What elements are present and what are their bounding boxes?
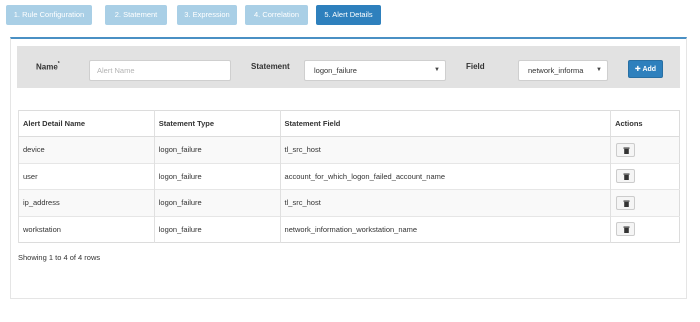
delete-button[interactable] (616, 169, 636, 184)
pagination-info: Showing 1 to 4 of 4 rows (18, 253, 101, 262)
statement-label: Statement (251, 62, 290, 71)
table-row: ip_address logon_failure tl_src_host (18, 189, 680, 216)
alert-detail-name-cell: workstation (18, 215, 155, 243)
delete-button[interactable] (616, 142, 636, 157)
table-row: workstation logon_failure network_inform… (18, 215, 680, 243)
trash-icon (623, 200, 630, 207)
field-select[interactable]: network_informa ▼ (518, 60, 608, 81)
plus-icon: ✚ (634, 66, 641, 73)
alert-detail-name-cell: user (18, 162, 155, 190)
actions-cell (610, 189, 680, 216)
delete-button[interactable] (616, 195, 636, 210)
statement-type-cell: logon_failure (153, 162, 281, 190)
step-statement[interactable]: 2. Statement (105, 5, 167, 25)
trash-icon (623, 226, 630, 234)
chevron-down-icon: ▼ (594, 61, 602, 80)
table-row: user logon_failure account_for_which_log… (18, 162, 680, 190)
statement-select[interactable]: logon_failure ▼ (304, 60, 446, 81)
field-label: Field (466, 62, 485, 71)
column-header-alert-detail-name[interactable]: Alert Detail Name (18, 110, 155, 137)
step-correlation[interactable]: 4. Correlation (245, 5, 308, 25)
actions-cell (610, 136, 680, 163)
alert-detail-name-cell: device (18, 136, 155, 163)
step-rule-configuration[interactable]: 1. Rule Configuration (6, 5, 92, 25)
step-expression[interactable]: 3. Expression (177, 5, 237, 25)
statement-type-cell: logon_failure (153, 215, 281, 243)
trash-icon (623, 147, 630, 154)
table-row: device logon_failure tl_src_host (18, 136, 680, 163)
step-alert-details[interactable]: 5. Alert Details (316, 5, 381, 25)
add-button[interactable]: ✚ Add (628, 60, 663, 78)
alert-details-panel: Name* Statement logon_failure ▼ Field ne… (10, 37, 687, 299)
add-button-label: Add (642, 66, 657, 73)
alert-details-table: Alert Detail Name Statement Type Stateme… (18, 110, 680, 243)
statement-field-cell: tl_src_host (279, 136, 611, 163)
alert-detail-form: Name* Statement logon_failure ▼ Field ne… (17, 46, 680, 88)
column-header-actions: Actions (610, 110, 680, 137)
trash-icon (623, 173, 630, 181)
alert-name-input[interactable] (89, 60, 231, 81)
actions-cell (610, 215, 680, 243)
statement-field-cell: account_for_which_logon_failed_account_n… (279, 162, 611, 190)
chevron-down-icon: ▼ (434, 67, 440, 73)
statement-field-cell: network_information_workstation_name (279, 215, 611, 243)
alert-detail-name-cell: ip_address (18, 189, 155, 216)
delete-button[interactable] (616, 222, 636, 237)
statement-select-value: logon_failure (314, 66, 357, 75)
column-header-statement-field[interactable]: Statement Field (279, 110, 611, 137)
table-header-row: Alert Detail Name Statement Type Stateme… (18, 110, 680, 137)
column-header-statement-type[interactable]: Statement Type (153, 110, 281, 137)
statement-type-cell: logon_failure (153, 189, 281, 216)
actions-cell (610, 162, 680, 190)
statement-field-cell: tl_src_host (279, 189, 611, 216)
field-select-value: network_informa (528, 66, 584, 75)
name-label: Name* (36, 61, 60, 72)
statement-type-cell: logon_failure (153, 136, 281, 163)
